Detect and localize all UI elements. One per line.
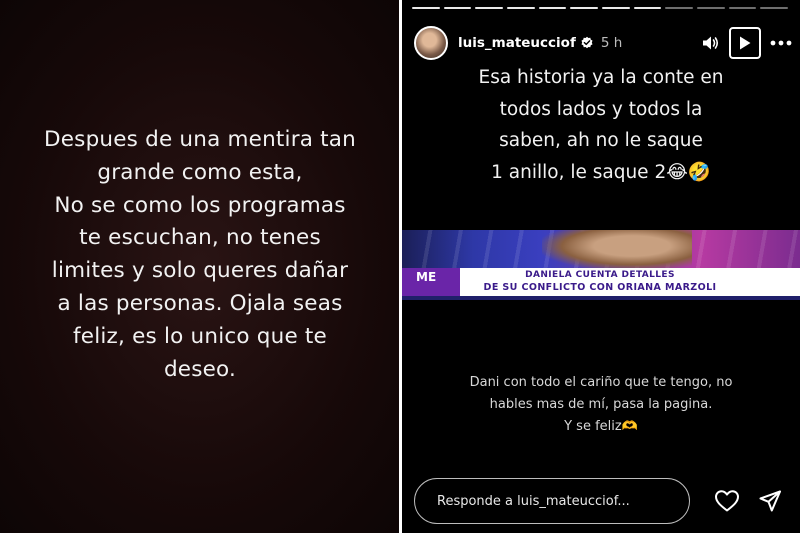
story-header: luis_mateucciof 5 h xyxy=(414,24,792,62)
left-story-text: Despues de una mentira tan grande como e… xyxy=(18,124,382,386)
more-icon[interactable] xyxy=(770,39,792,47)
play-icon[interactable] xyxy=(729,27,761,59)
right-story-panel[interactable]: luis_mateucciof 5 h Esa historia ya la c… xyxy=(402,0,800,533)
tv-headline-line-2: DE SU CONFLICTO CON ORIANA MARZOLI xyxy=(483,282,717,293)
progress-segment xyxy=(633,7,662,9)
reply-input[interactable]: Responde a luis_mateucciof... xyxy=(414,478,690,524)
progress-segment xyxy=(665,7,694,9)
progress-segment xyxy=(728,7,757,9)
tv-logo: ME xyxy=(416,270,437,284)
footer-actions xyxy=(714,489,786,513)
progress-segment xyxy=(697,7,725,9)
post-time: 5 h xyxy=(600,35,623,51)
story-viewer: Despues de una mentira tan grande como e… xyxy=(0,0,800,533)
story-footer: Responde a luis_mateucciof... xyxy=(414,477,786,525)
progress-segment xyxy=(507,7,535,9)
story-text-line: todos lados y todos la xyxy=(499,98,703,120)
verified-badge-icon xyxy=(581,36,593,49)
story-text-line: hables mas de mí, pasa la pagina. xyxy=(489,397,713,412)
left-story-line: a las personas. Ojala seas xyxy=(57,290,343,316)
story-progress-bar xyxy=(412,7,789,10)
left-story-line: grande como esta, xyxy=(97,159,303,185)
tv-bottom-strip xyxy=(402,296,800,300)
avatar[interactable] xyxy=(414,26,448,60)
reply-placeholder: Responde a luis_mateucciof... xyxy=(437,493,630,509)
send-icon[interactable] xyxy=(758,489,782,513)
left-story-line: No se como los programas xyxy=(54,192,346,218)
left-story-line: feliz, es lo unico que te xyxy=(73,323,327,349)
left-story-line: Despues de una mentira tan xyxy=(44,127,356,152)
header-controls xyxy=(700,27,792,59)
story-top-text: Esa historia ya la conte en todos lados … xyxy=(432,62,770,188)
heart-icon[interactable] xyxy=(714,489,740,513)
volume-icon[interactable] xyxy=(700,33,720,53)
tv-person-image xyxy=(542,230,692,270)
story-text-line: Y se feliz🫶 xyxy=(564,419,638,434)
tv-screenshot-image: ME DANIELA CUENTA DETALLES DE SU CONFLIC… xyxy=(402,230,800,300)
progress-segment xyxy=(475,7,504,9)
username[interactable]: luis_mateucciof xyxy=(458,35,576,51)
progress-segment xyxy=(602,7,630,9)
progress-segment xyxy=(760,7,789,9)
left-story-line: deseo. xyxy=(163,356,237,382)
left-story-line: te escuchan, no tenes xyxy=(79,225,321,251)
story-text-line: Esa historia ya la conte en xyxy=(478,67,724,88)
story-bottom-text: Dani con todo el cariño que te tengo, no… xyxy=(432,372,770,438)
progress-segment xyxy=(412,7,440,9)
progress-segment xyxy=(538,7,567,9)
progress-segment xyxy=(443,7,472,9)
story-text-line: 1 anillo, le saque 2😂🤣 xyxy=(491,161,711,183)
story-text-line: Dani con todo el cariño que te tengo, no xyxy=(469,375,733,390)
left-story-line: limites y solo queres dañar xyxy=(51,258,349,284)
progress-segment xyxy=(570,7,599,9)
left-story-panel: Despues de una mentira tan grande como e… xyxy=(0,0,400,533)
story-text-line: saben, ah no le saque xyxy=(499,130,703,151)
tv-headline-line-1: DANIELA CUENTA DETALLES xyxy=(525,270,675,280)
